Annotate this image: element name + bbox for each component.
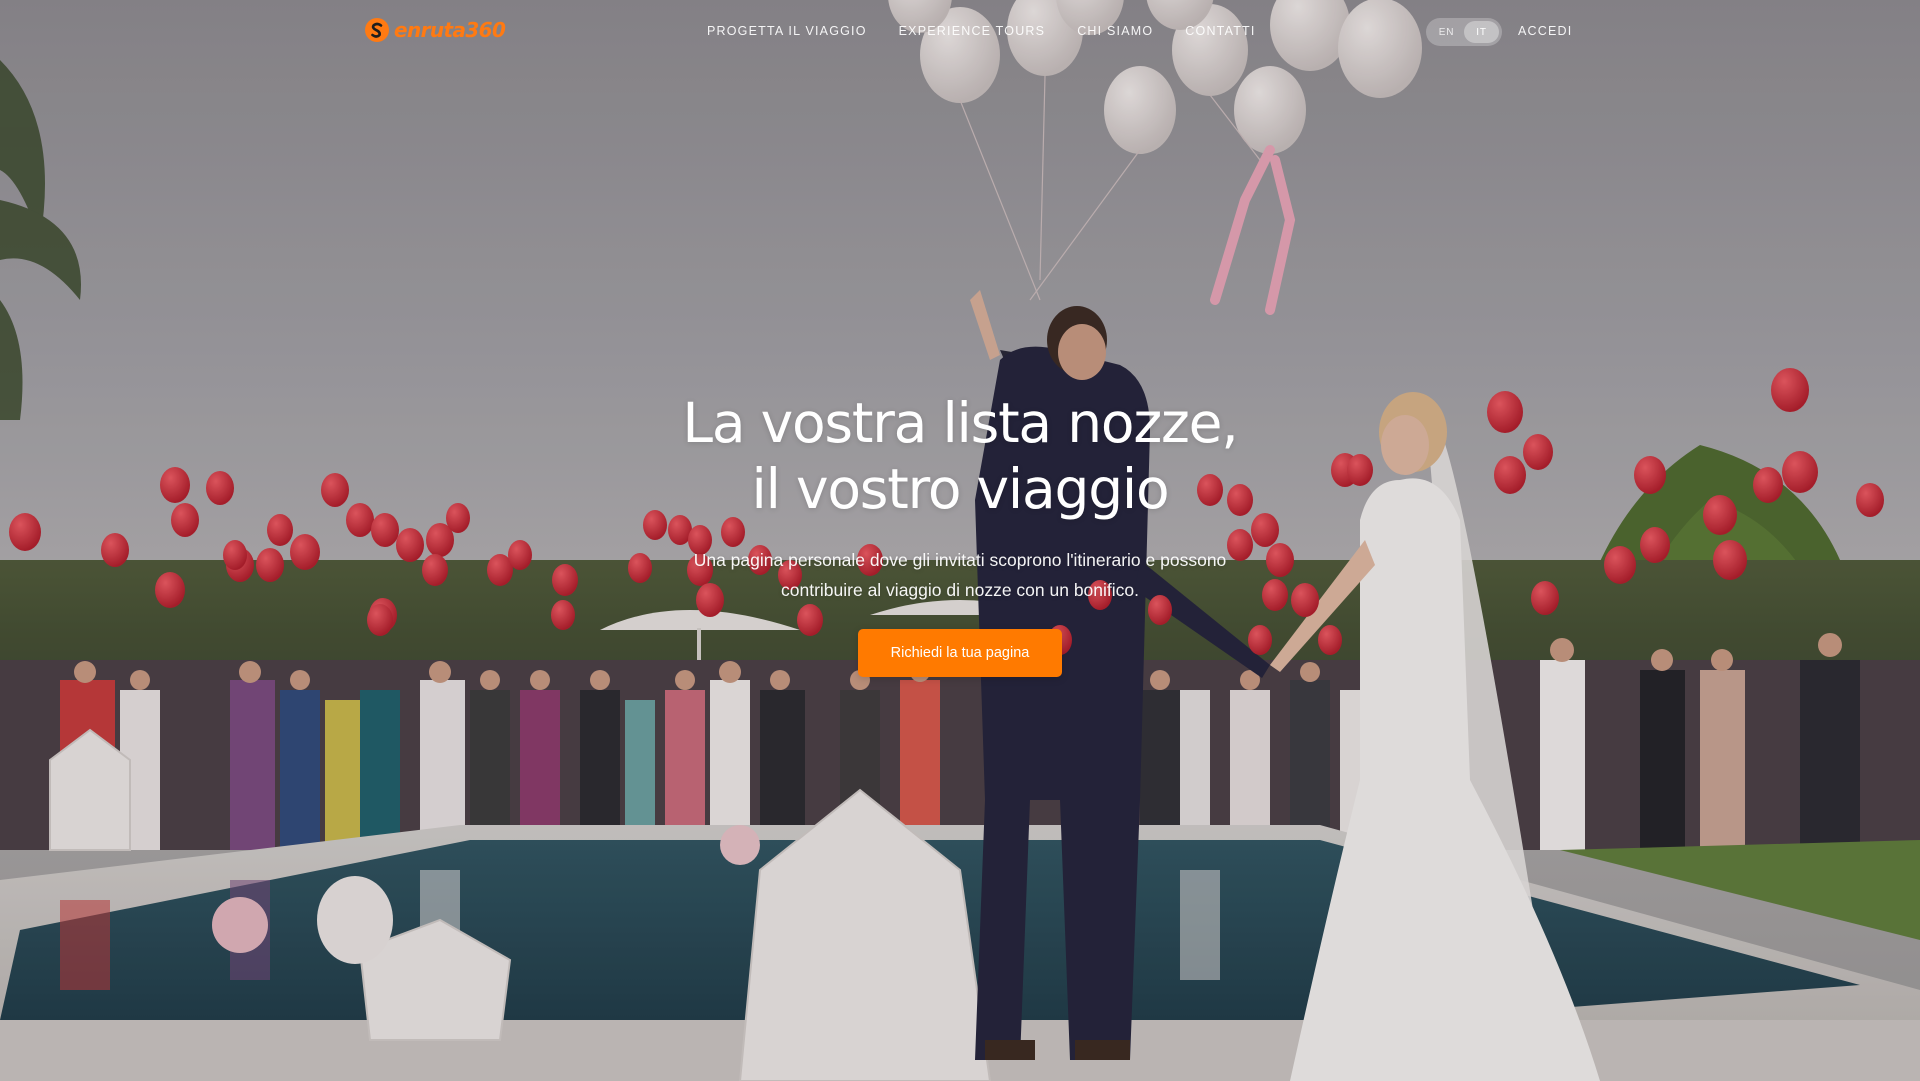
nav-item-experience-tours[interactable]: EXPERIENCE TOURS [899, 24, 1046, 38]
lang-option-it[interactable]: IT [1464, 21, 1499, 43]
nav-item-chi-siamo[interactable]: CHI SIAMO [1077, 24, 1153, 38]
language-switch: EN IT [1426, 18, 1502, 46]
main-menu: PROGETTA IL VIAGGIO EXPERIENCE TOURS CHI… [707, 24, 1256, 38]
hero-subtitle: Una pagina personale dove gli invitati s… [693, 550, 1227, 600]
brand-logo[interactable]: enruta360 [364, 17, 506, 43]
logo-text: enruta360 [394, 18, 506, 42]
hero-title-line-2: il vostro viaggio [751, 457, 1170, 521]
logo-s-icon [365, 18, 389, 42]
lang-option-en[interactable]: EN [1429, 21, 1464, 43]
hero-title-line-1: La vostra lista nozze, [682, 391, 1238, 455]
nav-item-contatti[interactable]: CONTATTI [1185, 24, 1255, 38]
top-navbar: enruta360 PROGETTA IL VIAGGIO EXPERIENCE… [0, 0, 1920, 62]
login-link[interactable]: ACCEDI [1518, 24, 1572, 38]
nav-item-progetta-il-viaggio[interactable]: PROGETTA IL VIAGGIO [707, 24, 867, 38]
hero-section: enruta360 PROGETTA IL VIAGGIO EXPERIENCE… [0, 0, 1920, 1081]
request-page-button[interactable]: Richiedi la tua pagina [858, 629, 1062, 677]
hero-title: La vostra lista nozze, il vostro viaggio [560, 390, 1360, 522]
hero-content: La vostra lista nozze, il vostro viaggio… [560, 390, 1360, 677]
